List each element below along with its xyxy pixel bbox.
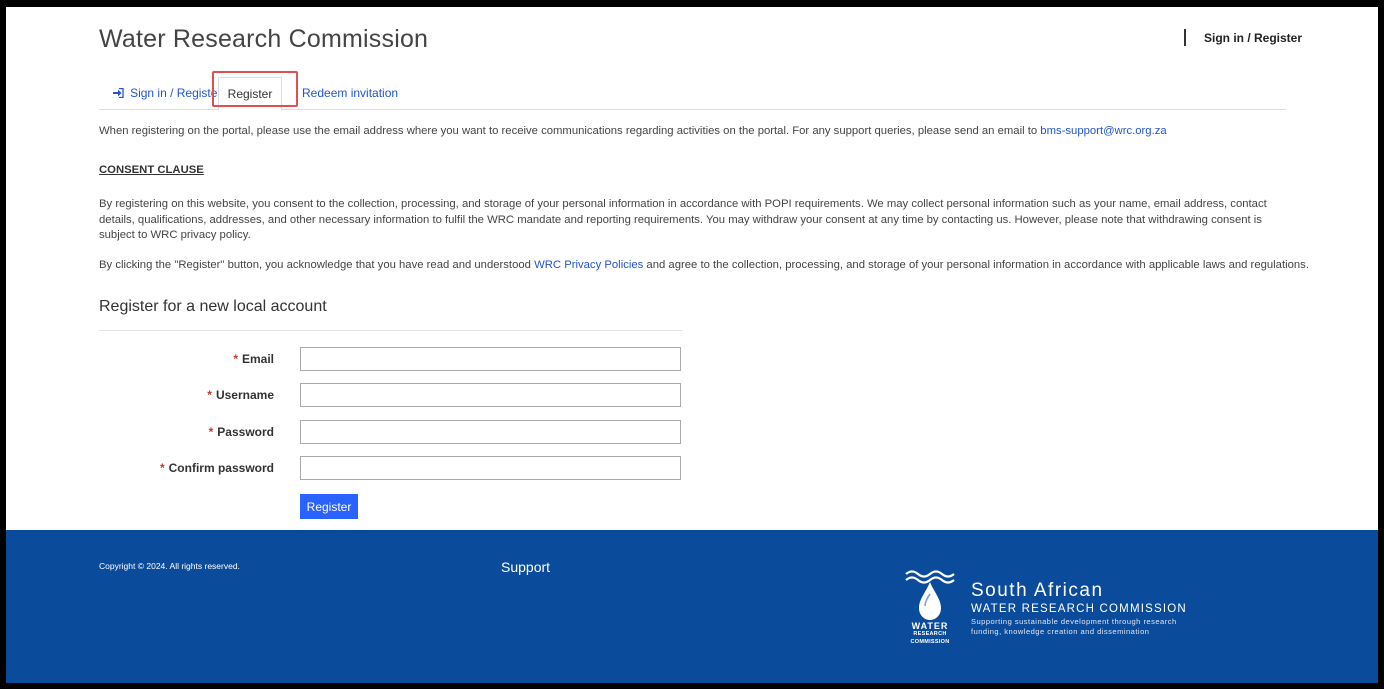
logo-tagline-2: funding, knowledge creation and dissemin…	[971, 627, 1150, 636]
logo-text: South African WATER RESEARCH COMMISSION …	[971, 580, 1187, 637]
privacy-policies-link[interactable]: WRC Privacy Policies	[534, 259, 643, 271]
sign-in-icon	[113, 87, 127, 100]
tab-redeem-invitation[interactable]: Redeem invitation	[302, 77, 398, 109]
username-label-text: Username	[215, 388, 274, 402]
form-divider	[99, 330, 683, 331]
footer: Copyright © 2024. All rights reserved. S…	[6, 530, 1378, 683]
required-marker: *	[207, 388, 212, 402]
header-divider	[1184, 29, 1186, 46]
consent-acknowledgement: By clicking the "Register" button, you a…	[99, 259, 1309, 271]
logo-tagline-1: Supporting sustainable development throu…	[971, 617, 1177, 626]
tab-signin-register[interactable]: Sign in / Register	[113, 77, 221, 109]
site-brand[interactable]: Water Research Commission	[99, 25, 428, 54]
password-label: * Password	[209, 425, 274, 439]
annotation-highlight-box	[212, 71, 298, 107]
consent-body: By registering on this website, you cons…	[99, 198, 1267, 241]
register-button[interactable]: Register	[300, 494, 358, 519]
required-marker: *	[208, 425, 214, 439]
consent-ack-after: and agree to the collection, processing,…	[643, 259, 1309, 271]
logo-line-2: WATER RESEARCH COMMISSION	[971, 603, 1187, 615]
page: Water Research Commission Sign in / Regi…	[6, 7, 1378, 683]
form-row-email: * Email	[99, 347, 689, 373]
required-marker: *	[159, 461, 165, 475]
consent-ack-before: By clicking the "Register" button, you a…	[99, 259, 535, 271]
water-drop-logo-icon	[905, 570, 955, 620]
logo-mark-sub2: COMMISSION	[910, 639, 950, 645]
email-label: * Email	[233, 352, 274, 366]
username-field[interactable]	[300, 383, 681, 407]
header: Water Research Commission Sign in / Regi…	[6, 7, 1378, 79]
form-title: Register for a new local account	[99, 298, 327, 315]
intro-text-body: When registering on the portal, please u…	[99, 125, 1041, 137]
intro-text: When registering on the portal, please u…	[99, 125, 1289, 137]
logo-mark-text: WATER RESEARCH COMMISSION	[902, 622, 958, 646]
required-marker: *	[233, 352, 238, 366]
consent-title: CONSENT CLAUSE	[99, 164, 204, 176]
logo-mark-word: WATER	[911, 621, 949, 631]
form-row-confirm-password: * Confirm password	[99, 456, 689, 482]
support-link[interactable]: Support	[501, 559, 550, 575]
wrc-logo[interactable]: WATER RESEARCH COMMISSION South African …	[902, 566, 1202, 656]
email-label-text: Email	[241, 352, 274, 366]
logo-mark-sub1: RESEARCH	[913, 631, 947, 637]
form-row-password: * Password	[99, 420, 689, 446]
header-signin-link[interactable]: Sign in / Register	[1204, 31, 1302, 45]
email-field[interactable]	[300, 347, 681, 371]
form-row-username: * Username	[99, 383, 689, 409]
tab-signin-register-label: Sign in / Register	[130, 86, 222, 100]
support-email-link[interactable]: bms-support@wrc.org.za	[1040, 125, 1166, 137]
username-label: * Username	[207, 388, 274, 402]
confirm-password-field[interactable]	[300, 456, 681, 480]
confirm-password-label: * Confirm password	[160, 461, 274, 475]
password-label-text: Password	[217, 425, 274, 439]
copyright-text: Copyright © 2024. All rights reserved.	[99, 561, 240, 571]
logo-line-1: South African	[971, 580, 1104, 601]
password-field[interactable]	[300, 420, 681, 444]
confirm-password-label-text: Confirm password	[168, 461, 274, 475]
